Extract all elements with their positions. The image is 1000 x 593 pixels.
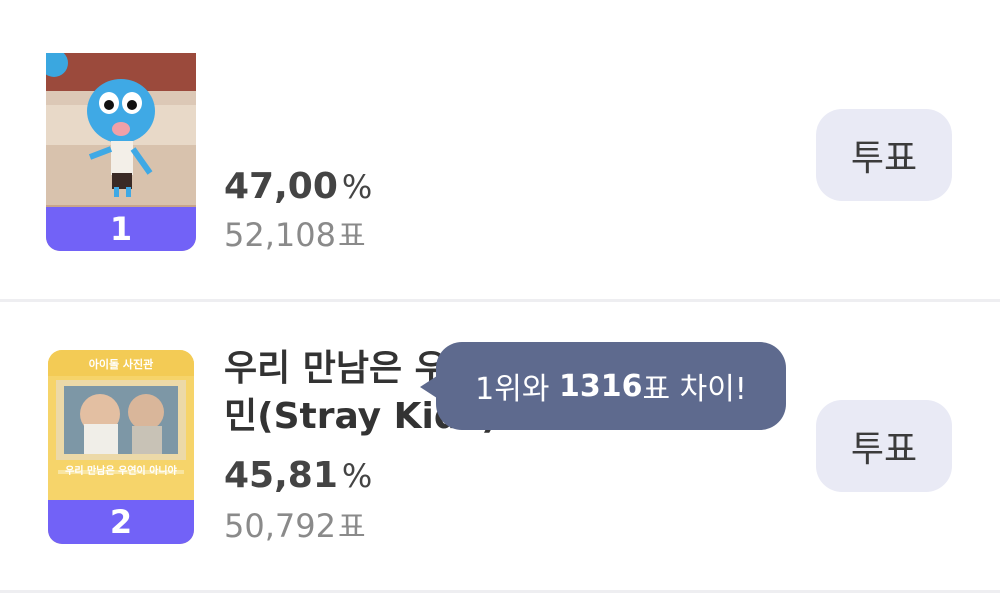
cover-title-top: 아이돌 사진관 <box>88 358 154 371</box>
votes-unit: 표 <box>337 219 366 254</box>
rank-badge: 2 <box>48 500 194 544</box>
percent-unit: % <box>341 168 373 206</box>
rank-badge: 1 <box>46 207 196 251</box>
vote-percentage: 45,81% <box>224 454 372 498</box>
ranking-item-1: 1 47,00% 52,108표 투표 <box>0 0 1000 300</box>
percent-value: 47,00 <box>224 166 338 207</box>
percent-value: 45,81 <box>224 455 338 496</box>
votes-value: 50,792 <box>224 507 336 545</box>
vote-percentage: 47,00% <box>224 165 372 209</box>
candidate-name-line1: 우리 만남은 우 <box>224 348 448 389</box>
tooltip-suffix: 표 차이! <box>642 372 747 407</box>
vote-count: 50,792표 <box>224 506 366 548</box>
tooltip-prefix: 1위와 <box>475 372 559 407</box>
votes-value: 52,108 <box>224 216 336 254</box>
cover-title-bottom: 우리 만남은 우연이 아니야 <box>65 466 177 477</box>
vote-count: 52,108표 <box>224 215 366 257</box>
vote-button[interactable]: 투표 <box>816 400 952 492</box>
thumbnail-1[interactable]: 1 <box>46 53 196 251</box>
thumbnail-2[interactable]: 아이돌 사진관 우리 만남은 우연이 아니야 2 <box>48 350 194 544</box>
votes-unit: 표 <box>337 510 366 545</box>
percent-unit: % <box>341 457 373 495</box>
vote-gap-tooltip: 1위와 1316 표 차이! <box>436 342 786 430</box>
vote-button[interactable]: 투표 <box>816 109 952 201</box>
tooltip-number: 1316 <box>558 368 643 404</box>
